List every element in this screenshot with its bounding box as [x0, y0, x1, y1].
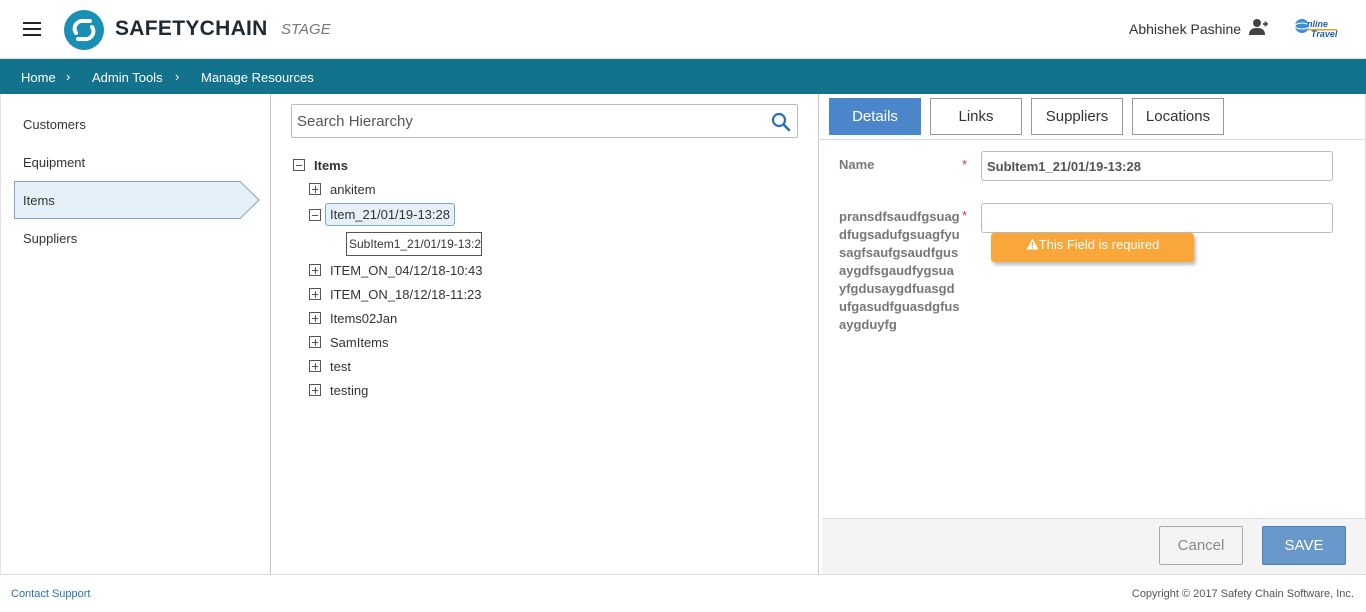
- safetychain-logo-icon: [64, 10, 104, 50]
- tree-node-selected[interactable]: Item_21/01/19-13:28: [325, 203, 455, 226]
- tab-bar: Details Links Suppliers Locations: [819, 94, 1366, 140]
- breadcrumb-admin-tools[interactable]: Admin Tools: [92, 70, 163, 85]
- top-header: SAFETYCHAIN STAGE Abhishek Pashine nline…: [0, 0, 1366, 59]
- expand-icon[interactable]: [309, 336, 321, 348]
- tree-node-rename-input[interactable]: SubItem1_21/01/19-13:28: [346, 232, 482, 256]
- tree-node[interactable]: SamItems: [330, 335, 389, 350]
- expand-icon[interactable]: [309, 288, 321, 300]
- page-footer: Contact Support Copyright © 2017 Safety …: [0, 574, 1366, 612]
- breadcrumb-home[interactable]: Home: [21, 70, 56, 85]
- sidebar-item-items[interactable]: Items: [23, 193, 55, 208]
- tree-root-items[interactable]: Items: [314, 158, 348, 173]
- partner-logo: nline Travel: [1294, 19, 1338, 39]
- search-icon[interactable]: [771, 112, 791, 132]
- required-marker: *: [962, 208, 968, 223]
- user-name[interactable]: Abhishek Pashine: [1129, 21, 1241, 37]
- details-panel: Details Links Suppliers Locations Name *…: [819, 94, 1366, 574]
- expand-icon[interactable]: [309, 183, 321, 195]
- expand-icon[interactable]: [309, 360, 321, 372]
- breadcrumb: Home › Admin Tools › Manage Resources: [0, 59, 1366, 94]
- tree-node[interactable]: ITEM_ON_04/12/18-10:43: [330, 263, 482, 278]
- name-field[interactable]: [981, 151, 1333, 181]
- search-input[interactable]: [297, 111, 757, 131]
- validation-tooltip: This Field is required: [991, 233, 1194, 262]
- hamburger-menu-icon[interactable]: [23, 22, 41, 36]
- tree-node[interactable]: ankitem: [330, 182, 376, 197]
- tab-suppliers[interactable]: Suppliers: [1031, 98, 1123, 135]
- tab-details[interactable]: Details: [829, 98, 921, 135]
- sidebar-item-customers[interactable]: Customers: [23, 117, 86, 132]
- copyright-text: Copyright © 2017 Safety Chain Software, …: [1131, 588, 1354, 600]
- tree-node[interactable]: Items02Jan: [330, 311, 397, 326]
- tree-node[interactable]: testing: [330, 383, 368, 398]
- warning-icon: [1026, 238, 1039, 250]
- user-settings-icon[interactable]: [1249, 18, 1269, 36]
- cancel-button[interactable]: Cancel: [1159, 526, 1243, 565]
- search-box: [291, 104, 798, 138]
- sidebar-item-suppliers[interactable]: Suppliers: [23, 231, 77, 246]
- tree-node[interactable]: ITEM_ON_18/12/18-11:23: [330, 287, 482, 302]
- custom-field-input[interactable]: [981, 203, 1333, 233]
- save-button[interactable]: SAVE: [1262, 526, 1346, 565]
- collapse-icon[interactable]: [309, 209, 321, 221]
- tree-node[interactable]: test: [330, 359, 351, 374]
- brand-name: SAFETYCHAIN: [115, 17, 268, 40]
- expand-icon[interactable]: [309, 312, 321, 324]
- name-field-label: Name: [839, 157, 875, 172]
- svg-text:nline: nline: [1307, 19, 1328, 29]
- tab-locations[interactable]: Locations: [1132, 98, 1224, 135]
- expand-icon[interactable]: [309, 264, 321, 276]
- contact-support-link[interactable]: Contact Support: [11, 588, 91, 600]
- expand-icon[interactable]: [309, 384, 321, 396]
- sidebar-item-equipment[interactable]: Equipment: [23, 155, 85, 170]
- hierarchy-panel: Items ankitem Item_21/01/19-13:28 SubIte…: [271, 94, 819, 574]
- custom-field-label: pransdfsaudfgsuagdfugsadufgsuagfyusagfsa…: [839, 209, 960, 332]
- tab-links[interactable]: Links: [930, 98, 1022, 135]
- required-marker: *: [962, 157, 968, 172]
- chevron-right-icon: ›: [66, 69, 71, 84]
- collapse-icon[interactable]: [293, 159, 305, 171]
- breadcrumb-manage-resources: Manage Resources: [201, 70, 314, 85]
- sidebar: Customers Equipment Items Suppliers: [0, 94, 271, 574]
- validation-message: This Field is required: [1038, 237, 1160, 252]
- action-bar: Cancel SAVE: [822, 518, 1366, 574]
- environment-label: STAGE: [281, 21, 331, 38]
- chevron-right-icon: ›: [175, 69, 180, 84]
